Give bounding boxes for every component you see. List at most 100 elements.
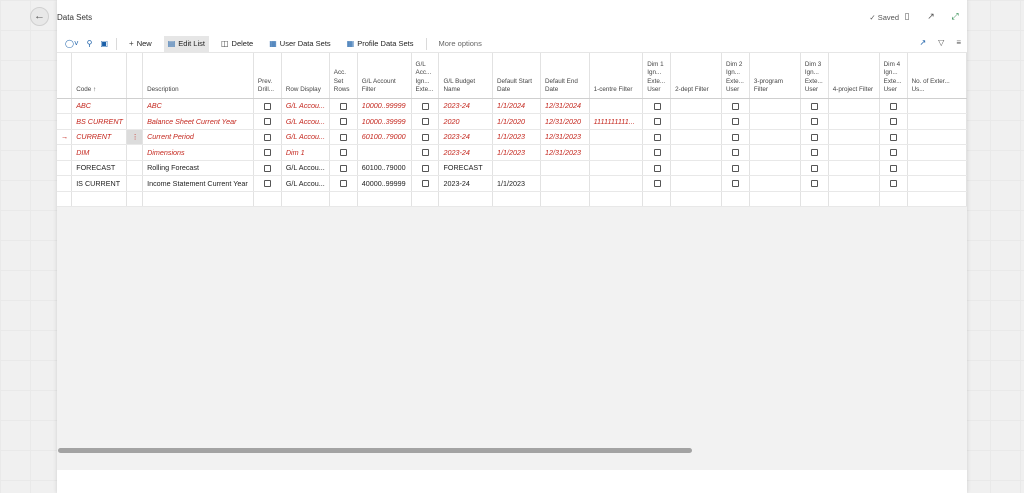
external-users-cell[interactable]: [907, 98, 967, 114]
dim3-ignore-checkbox[interactable]: [800, 129, 829, 145]
program-filter-cell[interactable]: [749, 98, 801, 114]
open-in-new-window-icon[interactable]: ↗: [925, 10, 937, 22]
code-cell[interactable]: IS CURRENT: [71, 175, 128, 192]
default-start-date-cell[interactable]: 1/1/2023: [492, 129, 541, 145]
edit-list-button[interactable]: ▤ Edit List: [163, 35, 209, 52]
checkbox[interactable]: [732, 180, 740, 188]
dim1-ignore-checkbox[interactable]: [642, 175, 672, 192]
gl-account-filter-cell[interactable]: 10000..99999: [357, 98, 412, 114]
checkbox[interactable]: [422, 164, 430, 172]
dim2-ignore-checkbox[interactable]: [721, 129, 750, 145]
acc-set-rows-checkbox[interactable]: [329, 160, 358, 176]
row-menu[interactable]: [126, 144, 144, 161]
row-display-cell[interactable]: G/L Accou...: [281, 175, 330, 192]
list-options-icon[interactable]: ≡: [956, 38, 961, 47]
gl-budget-name-cell[interactable]: FORECAST: [438, 160, 493, 176]
dim2-ignore-checkbox[interactable]: [721, 175, 750, 192]
project-filter-cell[interactable]: [828, 98, 880, 114]
column-header[interactable]: Default Start Date: [492, 53, 541, 99]
column-header[interactable]: 2-dept Filter: [670, 53, 722, 99]
checkbox[interactable]: [732, 102, 740, 110]
centre-filter-cell[interactable]: [589, 98, 644, 114]
table-row[interactable]: IS CURRENT Income Statement Current Year G…: [57, 175, 967, 192]
checkbox[interactable]: [422, 118, 430, 126]
dim3-ignore-checkbox[interactable]: [800, 113, 829, 130]
checkbox[interactable]: [264, 180, 272, 188]
table-row[interactable]: DIM Dimensions Dim 1 2023-24 1/1/2023 12/31/2…: [57, 144, 967, 161]
view-mode-icon[interactable]: ◯˅: [65, 39, 79, 48]
checkbox[interactable]: [653, 149, 661, 157]
centre-filter-cell[interactable]: [589, 175, 644, 192]
checkbox[interactable]: [890, 180, 898, 188]
column-header[interactable]: Description: [142, 53, 254, 99]
gl-budget-name-cell[interactable]: 2023-24: [438, 129, 493, 145]
default-end-date-cell[interactable]: [540, 160, 590, 176]
dim1-ignore-checkbox[interactable]: [642, 98, 672, 114]
dept-filter-cell[interactable]: [670, 175, 722, 192]
default-start-date-cell[interactable]: 1/1/2024: [492, 98, 541, 114]
dept-filter-cell[interactable]: [670, 113, 722, 130]
default-end-date-cell[interactable]: 12/31/2024: [540, 98, 590, 114]
scrollbar-thumb[interactable]: [58, 448, 692, 453]
program-filter-cell[interactable]: [749, 144, 801, 161]
more-options-button[interactable]: More options: [435, 36, 486, 52]
dim2-ignore-checkbox[interactable]: [721, 191, 750, 207]
dim4-ignore-checkbox[interactable]: [879, 113, 908, 130]
column-header[interactable]: Code ↑: [71, 53, 128, 99]
default-start-date-cell[interactable]: [492, 191, 541, 207]
row-display-cell[interactable]: G/L Accou...: [281, 160, 330, 176]
code-cell[interactable]: ABC: [71, 98, 128, 114]
checkbox[interactable]: [264, 133, 272, 141]
project-filter-cell[interactable]: [828, 113, 880, 130]
description-cell[interactable]: Dimensions: [142, 144, 254, 161]
dim3-ignore-checkbox[interactable]: [800, 160, 829, 176]
checkbox[interactable]: [653, 133, 661, 141]
row-menu[interactable]: [126, 113, 144, 130]
checkbox[interactable]: [340, 118, 348, 126]
checkbox[interactable]: [422, 149, 430, 157]
checkbox[interactable]: [732, 133, 740, 141]
code-cell[interactable]: [71, 191, 128, 207]
prev-drill-checkbox[interactable]: [253, 191, 282, 207]
row-menu[interactable]: ⋮: [126, 129, 144, 145]
row-display-cell[interactable]: G/L Accou...: [281, 113, 330, 130]
project-filter-cell[interactable]: [828, 175, 880, 192]
acc-set-rows-checkbox[interactable]: [329, 175, 358, 192]
dept-filter-cell[interactable]: [670, 191, 722, 207]
table-row[interactable]: BS CURRENT Balance Sheet Current Year G/L …: [57, 113, 967, 130]
gl-budget-name-cell[interactable]: 2020: [438, 113, 493, 130]
dim4-ignore-checkbox[interactable]: [879, 175, 908, 192]
default-end-date-cell[interactable]: 12/31/2023: [540, 144, 590, 161]
gl-budget-name-cell[interactable]: 2023-24: [438, 144, 493, 161]
dim2-ignore-checkbox[interactable]: [721, 144, 750, 161]
default-end-date-cell[interactable]: 12/31/2020: [540, 113, 590, 130]
row-menu[interactable]: [126, 98, 144, 114]
dim4-ignore-checkbox[interactable]: [879, 160, 908, 176]
checkbox[interactable]: [340, 164, 348, 172]
acc-set-rows-checkbox[interactable]: [329, 113, 358, 130]
row-display-cell[interactable]: Dim 1: [281, 144, 330, 161]
row-menu[interactable]: [126, 160, 144, 176]
row-display-cell[interactable]: G/L Accou...: [281, 98, 330, 114]
profile-data-sets-button[interactable]: ▦ Profile Data Sets: [343, 36, 418, 52]
project-filter-cell[interactable]: [828, 191, 880, 207]
dim3-ignore-checkbox[interactable]: [800, 144, 829, 161]
open-page-icon[interactable]: ▣: [100, 39, 108, 48]
checkbox[interactable]: [890, 133, 898, 141]
search-icon[interactable]: ⚲: [87, 39, 93, 48]
gl-budget-name-cell[interactable]: 2023-24: [438, 175, 493, 192]
dept-filter-cell[interactable]: [670, 98, 722, 114]
checkbox[interactable]: [340, 180, 348, 188]
dept-filter-cell[interactable]: [670, 129, 722, 145]
checkbox[interactable]: [811, 149, 819, 157]
prev-drill-checkbox[interactable]: [253, 113, 282, 130]
default-end-date-cell[interactable]: 12/31/2023: [540, 129, 590, 145]
table-row[interactable]: ABC ABC G/L Accou... 10000..99999 2023-24 1/1…: [57, 98, 967, 114]
checkbox[interactable]: [732, 164, 740, 172]
dim2-ignore-checkbox[interactable]: [721, 160, 750, 176]
prev-drill-checkbox[interactable]: [253, 144, 282, 161]
gl-ignore-checkbox[interactable]: [411, 191, 440, 207]
default-end-date-cell[interactable]: [540, 191, 590, 207]
description-cell[interactable]: Rolling Forecast: [142, 160, 254, 176]
acc-set-rows-checkbox[interactable]: [329, 144, 358, 161]
